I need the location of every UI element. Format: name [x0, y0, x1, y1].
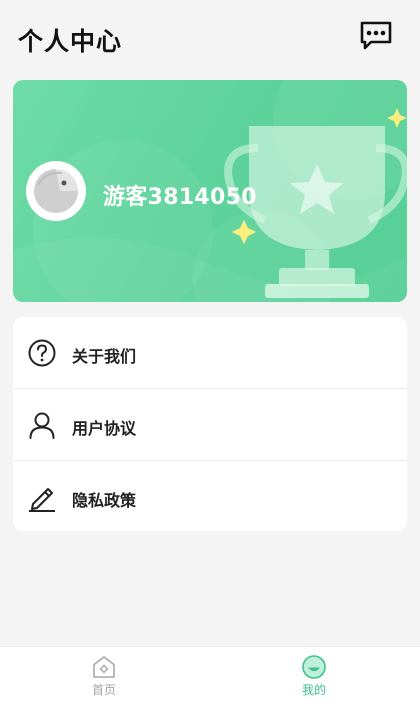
profile-banner: 游客3814050 — [13, 80, 407, 302]
header: 个人中心 — [0, 0, 420, 78]
avatar[interactable] — [26, 161, 86, 221]
user-icon — [29, 412, 55, 439]
tab-bar: 首页 我的 — [0, 646, 420, 701]
menu-list: 关于我们 用户协议 隐私政策 — [13, 317, 407, 531]
pen-icon — [29, 488, 55, 512]
menu-item-label: 用户协议 — [72, 419, 137, 438]
page-title: 个人中心 — [18, 27, 123, 56]
message-button[interactable] — [358, 20, 394, 52]
tab-home[interactable]: 首页 — [64, 647, 144, 701]
question-circle-icon — [28, 339, 56, 367]
username: 游客3814050 — [103, 185, 257, 210]
menu-item-user-agreement[interactable]: 用户协议 — [13, 388, 407, 460]
message-dots-icon — [360, 21, 392, 50]
home-icon — [93, 656, 115, 678]
tab-mine[interactable]: 我的 — [274, 647, 354, 701]
smile-face-icon — [302, 655, 326, 679]
menu-item-label: 隐私政策 — [72, 491, 137, 510]
menu-item-about-us[interactable]: 关于我们 — [13, 317, 407, 388]
menu-item-label: 关于我们 — [72, 347, 137, 366]
tab-label: 首页 — [91, 683, 116, 697]
tab-label: 我的 — [301, 683, 326, 697]
menu-item-privacy-policy[interactable]: 隐私政策 — [13, 460, 407, 531]
avatar-icon — [34, 169, 78, 213]
